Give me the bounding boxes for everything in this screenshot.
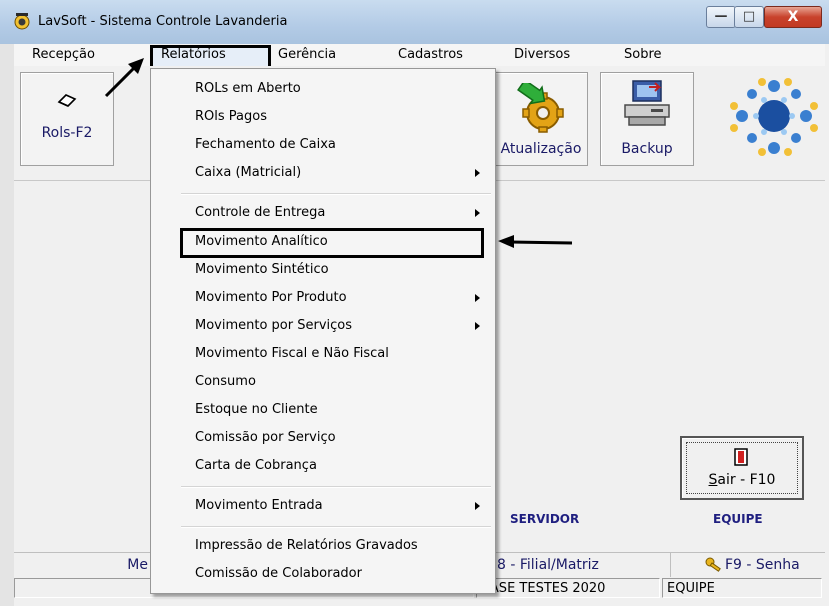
- sair-label: Sair - F10: [682, 472, 802, 488]
- menu-gerencia[interactable]: Gerência: [278, 44, 336, 66]
- menu-sobre[interactable]: Sobre: [624, 44, 662, 66]
- annotation-arrow-menu-icon: [104, 58, 144, 98]
- dd-item-label: Comissão por Serviço: [195, 430, 336, 445]
- exit-door-icon: [734, 448, 748, 466]
- dd-item-label: Comissão de Colaborador: [195, 566, 362, 581]
- dd-item-label: Movimento por Serviços: [195, 318, 353, 333]
- company-logo-icon: [730, 78, 818, 156]
- dd-roles-em-aberto[interactable]: ROLs em Aberto: [151, 75, 495, 103]
- dd-item-label: ROLs em Aberto: [195, 81, 301, 96]
- servidor-label: SERVIDOR: [510, 512, 580, 526]
- window-left-edge: [0, 44, 14, 606]
- dd-rols-pagos[interactable]: ROls Pagos: [151, 103, 495, 131]
- key-icon: [705, 557, 721, 572]
- dd-item-label: Caixa (Matricial): [195, 165, 302, 180]
- submenu-arrow-icon: [475, 294, 480, 302]
- maximize-button[interactable]: □: [734, 6, 764, 28]
- backup-label: Backup: [621, 141, 673, 157]
- dd-item-label: Estoque no Cliente: [195, 402, 318, 417]
- dd-item-label: Movimento Entrada: [195, 498, 323, 513]
- update-gear-icon: [517, 83, 564, 133]
- submenu-arrow-icon: [475, 209, 480, 217]
- minimize-icon: —: [714, 9, 728, 24]
- dd-item-label: Carta de Cobrança: [195, 458, 317, 473]
- dd-carta-cobranca[interactable]: Carta de Cobrança: [151, 452, 495, 480]
- dd-item-label: Controle de Entrega: [195, 205, 326, 220]
- status-equipe: EQUIPE: [662, 578, 822, 598]
- dd-impressao-relatorios[interactable]: Impressão de Relatórios Gravados: [151, 532, 495, 560]
- dd-comissao-colaborador[interactable]: Comissão de Colaborador: [151, 560, 495, 588]
- fkey-filial-matriz[interactable]: 8 - Filial/Matriz: [478, 553, 670, 577]
- app-logo-icon: [14, 13, 30, 30]
- eraser-icon: [57, 94, 77, 107]
- dd-item-label: Movimento Sintético: [195, 262, 329, 277]
- equipe-label: EQUIPE: [713, 512, 763, 526]
- maximize-icon: □: [742, 9, 756, 24]
- fkey-senha-wrap[interactable]: F9 - Senha: [670, 553, 826, 577]
- annotation-arrow-item-icon: [498, 235, 573, 248]
- dd-movimento-entrada[interactable]: Movimento Entrada: [151, 492, 495, 520]
- dd-comissao-servico[interactable]: Comissão por Serviço: [151, 424, 495, 452]
- minimize-button[interactable]: —: [706, 6, 736, 28]
- menu-cadastros[interactable]: Cadastros: [398, 44, 463, 66]
- dd-separator: [181, 193, 491, 195]
- fkey-left-partial[interactable]: Me: [14, 553, 148, 577]
- submenu-arrow-icon: [475, 502, 480, 510]
- dd-item-label: Movimento Por Produto: [195, 290, 347, 305]
- backup-computer-icon: [624, 80, 670, 126]
- dd-estoque-cliente[interactable]: Estoque no Cliente: [151, 396, 495, 424]
- menu-recepcao[interactable]: Recepção: [32, 44, 95, 66]
- menu-relatorios[interactable]: Relatórios: [161, 44, 226, 66]
- fkey-senha: F9 - Senha: [725, 557, 800, 573]
- dd-item-label: Consumo: [195, 374, 256, 389]
- dd-item-label: Fechamento de Caixa: [195, 137, 336, 152]
- atualizacao-label: Atualização: [500, 141, 582, 157]
- window-title: LavSoft - Sistema Controle Lavanderia: [38, 14, 288, 29]
- app-window: LavSoft - Sistema Controle Lavanderia — …: [0, 0, 829, 606]
- status-base: BASE TESTES 2020: [476, 578, 660, 598]
- dd-item-label: Movimento Fiscal e Não Fiscal: [195, 346, 389, 361]
- submenu-arrow-icon: [475, 169, 480, 177]
- sair-button[interactable]: Sair - F10: [680, 436, 804, 500]
- atualizacao-button[interactable]: Atualização: [494, 72, 588, 166]
- dd-separator: [181, 526, 491, 528]
- dd-separator: [181, 486, 491, 488]
- dd-controle-entrega[interactable]: Controle de Entrega: [151, 199, 495, 227]
- submenu-arrow-icon: [475, 322, 480, 330]
- dd-fechamento-caixa[interactable]: Fechamento de Caixa: [151, 131, 495, 159]
- title-bar[interactable]: LavSoft - Sistema Controle Lavanderia — …: [0, 0, 829, 44]
- dd-item-label: Impressão de Relatórios Gravados: [195, 538, 418, 553]
- dd-movimento-fiscal[interactable]: Movimento Fiscal e Não Fiscal: [151, 340, 495, 368]
- dd-consumo[interactable]: Consumo: [151, 368, 495, 396]
- dd-movimento-sintetico[interactable]: Movimento Sintético: [151, 256, 495, 284]
- relatorios-dropdown: ROLs em Aberto ROls Pagos Fechamento de …: [150, 68, 496, 594]
- close-button[interactable]: X: [764, 6, 822, 28]
- dd-item-label: ROls Pagos: [195, 109, 267, 124]
- menu-diversos[interactable]: Diversos: [514, 44, 570, 66]
- rols-label: Rols-F2: [41, 125, 93, 141]
- backup-button[interactable]: Backup: [600, 72, 694, 166]
- dd-caixa-matricial[interactable]: Caixa (Matricial): [151, 159, 495, 187]
- sair-label-rest: air - F10: [717, 472, 776, 488]
- dd-movimento-servicos[interactable]: Movimento por Serviços: [151, 312, 495, 340]
- movimento-analitico-highlight: [180, 228, 484, 258]
- dd-movimento-produto[interactable]: Movimento Por Produto: [151, 284, 495, 312]
- close-icon: X: [787, 9, 799, 25]
